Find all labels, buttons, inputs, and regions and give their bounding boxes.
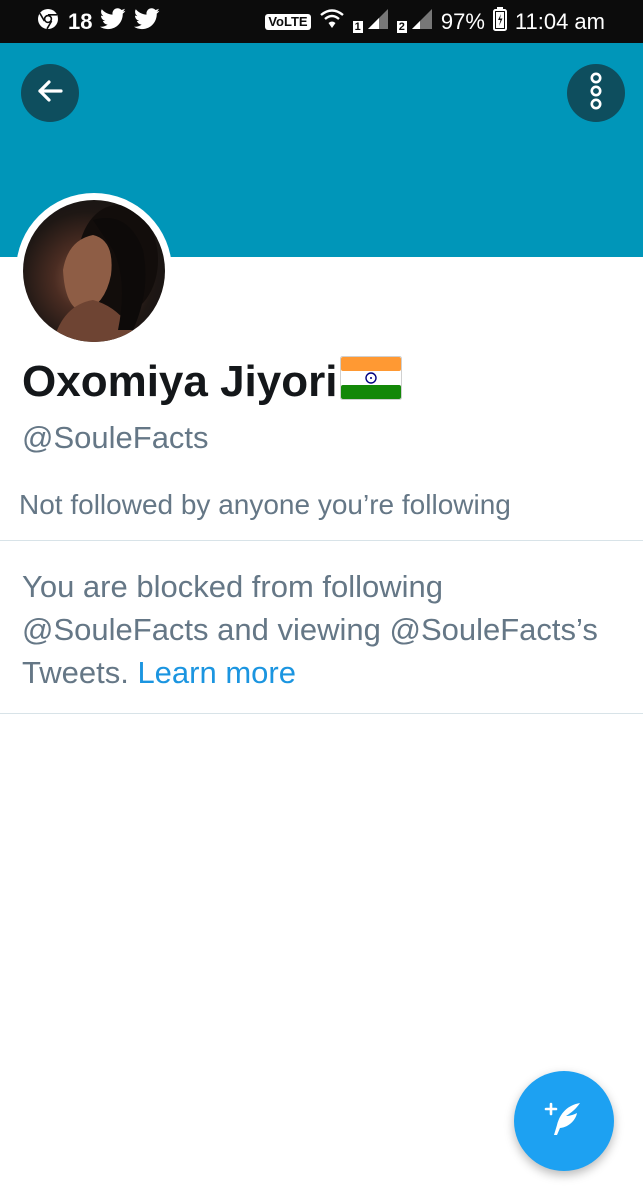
divider bbox=[0, 540, 643, 541]
status-bar-right: VoLTE 1 2 97% 11:04 am bbox=[265, 6, 605, 37]
signal-icon bbox=[367, 8, 389, 36]
avatar-image bbox=[23, 200, 165, 342]
back-button[interactable] bbox=[21, 64, 79, 122]
signal-icon bbox=[411, 8, 433, 36]
wifi-icon bbox=[319, 8, 345, 36]
india-flag-icon bbox=[340, 356, 403, 411]
more-vertical-icon bbox=[588, 71, 604, 116]
status-bar-left: 18 bbox=[36, 7, 161, 37]
chrome-icon bbox=[36, 7, 60, 37]
arrow-left-icon bbox=[34, 75, 66, 112]
followers-you-know: Not followed by anyone you’re following bbox=[19, 489, 511, 520]
notification-count: 18 bbox=[68, 8, 93, 34]
avatar[interactable] bbox=[16, 193, 172, 349]
compose-tweet-icon bbox=[540, 1095, 588, 1148]
blocked-message-text: You are blocked from following @SouleFac… bbox=[22, 569, 598, 690]
compose-tweet-button[interactable] bbox=[514, 1071, 614, 1171]
volte-badge: VoLTE bbox=[265, 13, 311, 30]
battery-icon bbox=[492, 6, 507, 37]
twitter-icon bbox=[134, 7, 161, 36]
profile-display-name: Oxomiya Jiyori bbox=[22, 352, 403, 411]
display-name-text: Oxomiya Jiyori bbox=[22, 356, 338, 406]
sim2-label: 2 bbox=[396, 20, 407, 33]
status-bar: 18 VoLTE 1 2 97% 11:04 am bbox=[0, 0, 643, 43]
battery-percent: 97% bbox=[440, 8, 485, 34]
sim1-label: 1 bbox=[352, 20, 363, 33]
divider bbox=[0, 713, 643, 714]
profile-handle: @SouleFacts bbox=[22, 420, 209, 455]
more-options-button[interactable] bbox=[567, 64, 625, 122]
twitter-icon bbox=[100, 7, 127, 36]
blocked-message: You are blocked from following @SouleFac… bbox=[22, 565, 622, 694]
learn-more-link[interactable]: Learn more bbox=[137, 655, 296, 690]
clock: 11:04 am bbox=[514, 8, 605, 34]
